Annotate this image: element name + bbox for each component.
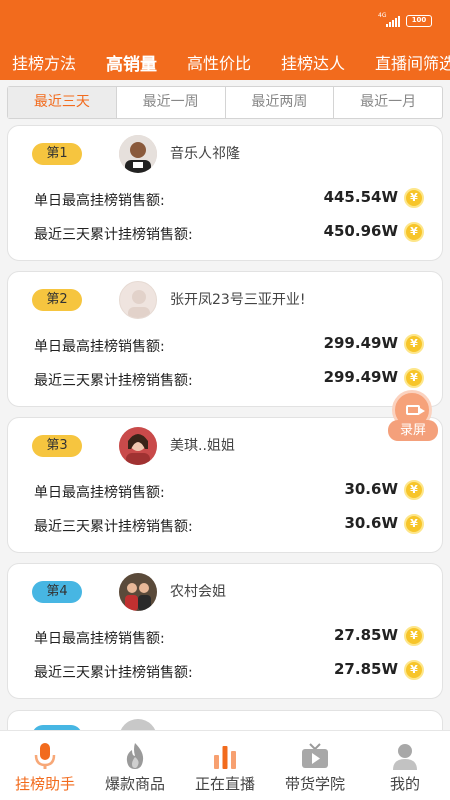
avatar bbox=[119, 281, 157, 319]
ranking-card[interactable]: 第4 农村会姐 单日最高挂榜销售额: 27.85W ¥ 最近三天累计挂榜销售额:… bbox=[7, 563, 443, 699]
streamer-name: 美琪..姐姐 bbox=[170, 438, 235, 454]
screen-record-label: 录屏 bbox=[388, 420, 438, 441]
nav-label: 爆款商品 bbox=[104, 775, 165, 793]
total-label: 最近三天累计挂榜销售额: bbox=[34, 665, 193, 681]
person-icon bbox=[393, 744, 417, 770]
nav-label: 带货学院 bbox=[284, 775, 345, 793]
rank-badge: 第1 bbox=[32, 143, 82, 165]
daily-max-row: 单日最高挂榜销售额: 27.85W ¥ bbox=[34, 626, 424, 647]
daily-max-row: 单日最高挂榜销售额: 30.6W ¥ bbox=[34, 480, 424, 501]
total-row: 最近三天累计挂榜销售额: 450.96W ¥ bbox=[34, 222, 424, 243]
daily-max-value: 299.49W bbox=[323, 334, 398, 352]
nav-mine[interactable]: 我的 bbox=[360, 731, 450, 800]
total-row: 最近三天累计挂榜销售额: 30.6W ¥ bbox=[34, 514, 424, 535]
avatar bbox=[119, 135, 157, 173]
avatar bbox=[119, 427, 157, 465]
streamer-name: 张开凤23号三亚开业! bbox=[170, 292, 306, 308]
bottom-nav: 挂榜助手 爆款商品 正在直播 带货学院 我的 bbox=[0, 730, 450, 800]
network-type: 4G bbox=[378, 11, 387, 19]
daily-max-row: 单日最高挂榜销售额: 299.49W ¥ bbox=[34, 334, 424, 355]
total-row: 最近三天累计挂榜销售额: 299.49W ¥ bbox=[34, 368, 424, 389]
category-tabs: 挂榜方法 高销量 高性价比 挂榜达人 直播间筛选 bbox=[0, 40, 450, 80]
tab-live-filter[interactable]: 直播间筛选 bbox=[375, 40, 450, 80]
nav-academy[interactable]: 带货学院 bbox=[270, 731, 360, 800]
coin-icon: ¥ bbox=[404, 222, 424, 242]
nav-label: 正在直播 bbox=[194, 775, 255, 793]
nav-live-now[interactable]: 正在直播 bbox=[180, 731, 270, 800]
nav-list-assistant[interactable]: 挂榜助手 bbox=[0, 731, 90, 800]
daily-max-value: 27.85W bbox=[334, 626, 398, 644]
coin-icon: ¥ bbox=[404, 660, 424, 680]
daily-max-row: 单日最高挂榜销售额: 445.54W ¥ bbox=[34, 188, 424, 209]
video-camera-icon bbox=[406, 405, 425, 415]
tab-value[interactable]: 高性价比 bbox=[187, 40, 251, 80]
daily-max-label: 单日最高挂榜销售额: bbox=[34, 339, 165, 355]
avatar bbox=[119, 573, 157, 611]
battery-icon: 100 bbox=[406, 15, 432, 27]
total-label: 最近三天累计挂榜销售额: bbox=[34, 227, 193, 243]
coin-icon: ¥ bbox=[404, 368, 424, 388]
total-value: 299.49W bbox=[323, 368, 398, 386]
nav-hot-products[interactable]: 爆款商品 bbox=[90, 731, 180, 800]
microphone-icon bbox=[34, 743, 56, 769]
streamer-name: 农村会姐 bbox=[170, 584, 226, 600]
period-selector: 最近三天 最近一周 最近两周 最近一月 bbox=[7, 86, 443, 119]
total-value: 30.6W bbox=[344, 514, 398, 532]
daily-max-label: 单日最高挂榜销售额: bbox=[34, 631, 165, 647]
tab-experts[interactable]: 挂榜达人 bbox=[281, 40, 345, 80]
rank-badge: 第3 bbox=[32, 435, 82, 457]
flame-icon bbox=[126, 743, 144, 769]
nav-label: 我的 bbox=[389, 775, 420, 793]
rank-badge: 第2 bbox=[32, 289, 82, 311]
total-row: 最近三天累计挂榜销售额: 27.85W ¥ bbox=[34, 660, 424, 681]
ranking-card[interactable]: 第2 张开凤23号三亚开业! 单日最高挂榜销售额: 299.49W ¥ 最近三天… bbox=[7, 271, 443, 407]
coin-icon: ¥ bbox=[404, 334, 424, 354]
total-label: 最近三天累计挂榜销售额: bbox=[34, 373, 193, 389]
tab-high-sales[interactable]: 高销量 bbox=[106, 40, 157, 80]
coin-icon: ¥ bbox=[404, 514, 424, 534]
top-header: 4G 100 挂榜方法 高销量 高性价比 挂榜达人 直播间筛选 bbox=[0, 0, 450, 80]
coin-icon: ¥ bbox=[404, 480, 424, 500]
total-value: 27.85W bbox=[334, 660, 398, 678]
nav-label: 挂榜助手 bbox=[14, 775, 75, 793]
bar-chart-icon bbox=[214, 746, 236, 769]
period-3-days[interactable]: 最近三天 bbox=[8, 87, 116, 118]
streamer-name: 音乐人祁隆 bbox=[170, 146, 240, 162]
daily-max-value: 30.6W bbox=[344, 480, 398, 498]
tab-method[interactable]: 挂榜方法 bbox=[12, 40, 76, 80]
status-bar: 4G 100 bbox=[378, 12, 432, 29]
period-1-week[interactable]: 最近一周 bbox=[115, 87, 225, 118]
coin-icon: ¥ bbox=[404, 626, 424, 646]
daily-max-label: 单日最高挂榜销售额: bbox=[34, 485, 165, 501]
daily-max-label: 单日最高挂榜销售额: bbox=[34, 193, 165, 209]
coin-icon: ¥ bbox=[404, 188, 424, 208]
daily-max-value: 445.54W bbox=[323, 188, 398, 206]
ranking-card[interactable]: 第3 美琪..姐姐 单日最高挂榜销售额: 30.6W ¥ 最近三天累计挂榜销售额… bbox=[7, 417, 443, 553]
total-value: 450.96W bbox=[323, 222, 398, 240]
screen-record-button[interactable]: 录屏 bbox=[388, 390, 438, 442]
ranking-card[interactable]: 第1 音乐人祁隆 单日最高挂榜销售额: 445.54W ¥ 最近三天累计挂榜销售… bbox=[7, 125, 443, 261]
period-1-month[interactable]: 最近一月 bbox=[333, 87, 442, 118]
period-2-weeks[interactable]: 最近两周 bbox=[224, 87, 334, 118]
signal-icon: 4G bbox=[378, 12, 400, 27]
tv-play-icon bbox=[302, 743, 328, 768]
rank-badge: 第4 bbox=[32, 581, 82, 603]
total-label: 最近三天累计挂榜销售额: bbox=[34, 519, 193, 535]
